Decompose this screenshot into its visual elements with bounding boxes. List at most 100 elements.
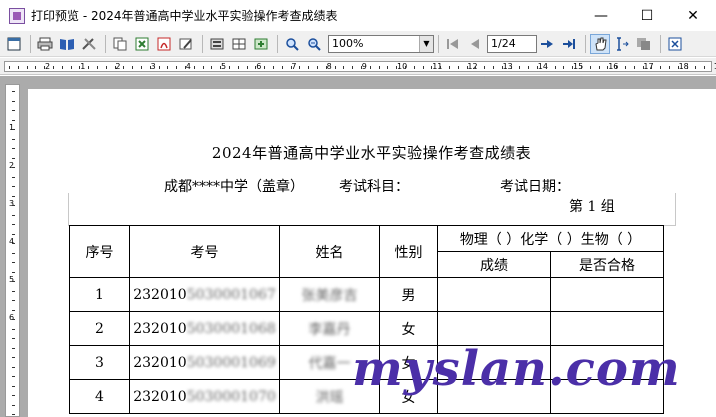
maximize-button[interactable]: ☐ [624, 0, 670, 31]
ruler-tick [88, 66, 90, 69]
ruler-number: 4 [9, 237, 15, 246]
minimize-button[interactable]: — [578, 0, 624, 31]
ruler-number: 1 [9, 123, 15, 132]
cell-exam-no: 2320105030001068 [129, 311, 280, 346]
header-subjects: 物理（ ）化学（ ）生物（ ） [437, 225, 664, 252]
ruler-tick [211, 66, 213, 69]
ruler-number: 5 [221, 62, 227, 71]
cell-pass [550, 277, 664, 312]
ruler-tick [493, 66, 494, 69]
ruler-tick [12, 262, 15, 263]
prev-page-icon[interactable] [465, 34, 485, 54]
copy-icon[interactable] [110, 34, 130, 54]
ruler-tick [12, 290, 15, 292]
edit-icon[interactable] [176, 34, 196, 54]
exam-no-masked: 5030001069 [186, 354, 276, 371]
exam-no-masked: 5030001067 [186, 286, 276, 303]
page-setup-icon[interactable] [4, 34, 24, 54]
ruler-tick [642, 66, 644, 69]
excel-icon[interactable] [132, 34, 152, 54]
ruler-tick [12, 328, 15, 330]
ruler-tick [264, 66, 266, 69]
ruler-tick [12, 186, 15, 187]
close-button[interactable]: ✕ [670, 0, 716, 31]
header-score: 成绩 [437, 251, 551, 278]
ruler-tick [334, 66, 336, 69]
ruler-number: 2 [9, 161, 15, 170]
ruler-tick [396, 66, 398, 69]
zoom-out-icon[interactable] [304, 34, 324, 54]
book-icon[interactable] [57, 34, 77, 54]
ruler-tick [12, 110, 15, 111]
ruler-tick [61, 66, 63, 69]
tools-icon[interactable] [79, 34, 99, 54]
ruler-tick [317, 66, 318, 69]
ruler-tick [220, 66, 222, 69]
ruler-number: 6 [256, 62, 262, 71]
ruler-tick [246, 66, 248, 69]
single-page-icon[interactable] [207, 34, 227, 54]
exam-no-prefix: 232010 [133, 354, 187, 371]
ruler-tick [352, 66, 354, 69]
cell-seq: 2 [69, 311, 130, 346]
ruler-tick [12, 167, 15, 168]
exam-no-masked: 5030001068 [186, 320, 276, 337]
first-page-icon[interactable] [443, 34, 463, 54]
ruler-tick [132, 66, 134, 69]
zoom-in-icon[interactable] [282, 34, 302, 54]
zoom-select[interactable]: 100% ▼ [328, 34, 434, 53]
export-icon[interactable] [251, 34, 271, 54]
toolbar-separator [105, 34, 106, 53]
pdf-icon[interactable] [154, 34, 174, 54]
ruler-tick [12, 157, 15, 159]
multi-page-icon[interactable] [229, 34, 249, 54]
ruler-tick [677, 66, 679, 69]
ruler-tick [12, 271, 15, 273]
ruler-tick [325, 66, 327, 69]
ruler-tick [598, 66, 600, 69]
ruler-tick [466, 66, 468, 69]
toolbar-separator [202, 34, 203, 53]
ruler-tick [149, 66, 151, 69]
toolbar-separator [660, 34, 661, 53]
ruler-tick [114, 66, 116, 69]
ruler-tick [141, 66, 142, 69]
cell-seq: 3 [69, 345, 130, 380]
close-preview-icon[interactable] [665, 34, 685, 54]
print-icon[interactable] [35, 34, 55, 54]
last-page-icon[interactable] [559, 34, 579, 54]
ruler-tick [12, 100, 15, 102]
group-label: 第 1 组 [569, 199, 615, 215]
pages-icon[interactable] [634, 34, 654, 54]
header-gender: 性别 [379, 225, 438, 278]
horizontal-ruler: 212345678910111213141516171819 [0, 58, 716, 75]
ruler-tick [501, 66, 503, 69]
ruler-tick [563, 66, 565, 69]
ruler-tick [343, 66, 345, 69]
ruler-tick [299, 66, 301, 69]
hand-icon[interactable] [590, 33, 610, 54]
ruler-tick [616, 66, 618, 69]
ruler-tick [475, 66, 477, 69]
ruler-tick [12, 91, 15, 92]
next-page-icon[interactable] [537, 34, 557, 54]
exam-no-prefix: 232010 [133, 388, 187, 405]
toolbar-separator [30, 34, 31, 53]
ruler-tick [369, 66, 371, 69]
ruler-scale: 212345678910111213141516171819 [4, 61, 716, 72]
ruler-tick [290, 66, 292, 69]
ruler-tick [704, 66, 706, 69]
ruler-tick [70, 66, 72, 69]
vertical-ruler: 1 2 3 4 5 6 [5, 84, 20, 417]
text-cursor-icon[interactable] [612, 34, 632, 54]
ruler-tick [167, 66, 169, 69]
ruler-tick [545, 66, 547, 69]
ruler-tick [625, 66, 626, 69]
chevron-down-icon[interactable]: ▼ [419, 35, 433, 52]
page-number-input[interactable]: 1/24 [487, 34, 537, 53]
ruler-tick [361, 66, 362, 69]
ruler-tick [12, 395, 15, 396]
ruler-tick [12, 414, 15, 415]
ruler-tick [12, 129, 15, 130]
zoom-value: 100% [332, 37, 364, 50]
